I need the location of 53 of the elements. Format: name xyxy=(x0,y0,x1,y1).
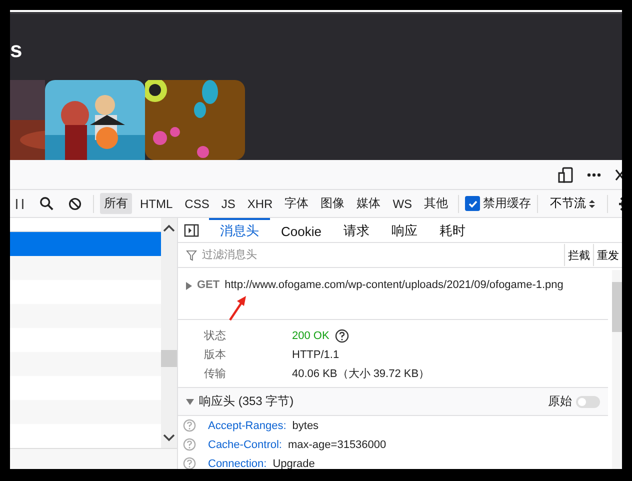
filter-type-button[interactable]: WS xyxy=(388,194,416,212)
filter-icon xyxy=(186,250,197,260)
header-action-button[interactable]: 重发 xyxy=(593,244,622,266)
expand-icon[interactable] xyxy=(186,282,192,290)
clear-icon[interactable] xyxy=(68,196,82,210)
summary-label: 传输 xyxy=(204,367,227,381)
summary-label: 版本 xyxy=(204,348,227,362)
summary-label: 状态 xyxy=(204,328,227,343)
header-name: Connection: xyxy=(208,458,267,469)
help-icon[interactable] xyxy=(335,328,350,342)
sidebar-toggle-icon[interactable] xyxy=(184,222,199,238)
panel-tab[interactable]: 耗时 xyxy=(428,218,476,242)
scroll-up-icon[interactable] xyxy=(163,224,175,232)
header-value: bytes xyxy=(292,420,319,432)
filter-type-button[interactable]: 字体 xyxy=(280,193,313,214)
header-value: max-age=31536000 xyxy=(288,438,386,450)
section-title: 响应头 (353 字节) xyxy=(199,393,295,410)
filter-type-button[interactable]: HTML xyxy=(136,194,177,212)
pointer-arrow xyxy=(228,296,248,322)
page-heading: s xyxy=(10,36,24,64)
summary-value: 40.06 KB（大小 39.72 KB） xyxy=(292,367,430,381)
request-method: GET xyxy=(197,278,220,293)
panel-tab[interactable]: Cookie xyxy=(270,218,332,242)
filter-type-button[interactable]: JS xyxy=(217,194,240,212)
header-value: Upgrade xyxy=(272,458,315,469)
panel-tab[interactable]: 请求 xyxy=(332,218,380,242)
filter-type-button[interactable]: CSS xyxy=(180,194,214,212)
summary-value: 200 OK xyxy=(292,330,330,342)
filter-type-button[interactable]: 所有 xyxy=(100,193,132,214)
search-icon[interactable] xyxy=(39,196,54,211)
close-icon[interactable] xyxy=(614,166,622,182)
responsive-design-icon[interactable] xyxy=(558,166,574,182)
collapse-icon[interactable] xyxy=(186,398,194,404)
request-url: http://www.ofogame.com/wp-content/uploads/2021/09/ofogame-1.png xyxy=(224,278,564,293)
pause-icon[interactable] xyxy=(15,196,25,210)
filter-type-button[interactable]: XHR xyxy=(243,194,277,212)
scrollbar-thumb[interactable] xyxy=(161,350,177,366)
toggle-label: 原始 xyxy=(548,393,572,410)
scroll-down-icon[interactable] xyxy=(163,434,175,442)
scrollbar-thumb[interactable] xyxy=(612,282,622,332)
checkbox-label: 禁用缓存 xyxy=(483,195,532,212)
sort-arrows-icon[interactable] xyxy=(589,198,596,208)
header-name: Cache-Control: xyxy=(208,438,282,450)
filter-type-button[interactable]: 其他 xyxy=(420,193,452,214)
panel-tab[interactable]: 消息头 xyxy=(209,218,270,242)
raw-toggle[interactable] xyxy=(576,396,600,408)
header-name: Accept-Ranges: xyxy=(208,420,286,432)
summary-value: HTTP/1.1 xyxy=(292,348,340,360)
throttle-dropdown[interactable]: 不节流 xyxy=(544,195,602,212)
panel-tab[interactable]: 响应 xyxy=(380,218,428,242)
filter-type-button[interactable]: 媒体 xyxy=(352,193,385,214)
filter-field[interactable]: 过滤消息头 xyxy=(200,248,564,262)
filter-type-button[interactable]: 图像 xyxy=(316,193,349,214)
